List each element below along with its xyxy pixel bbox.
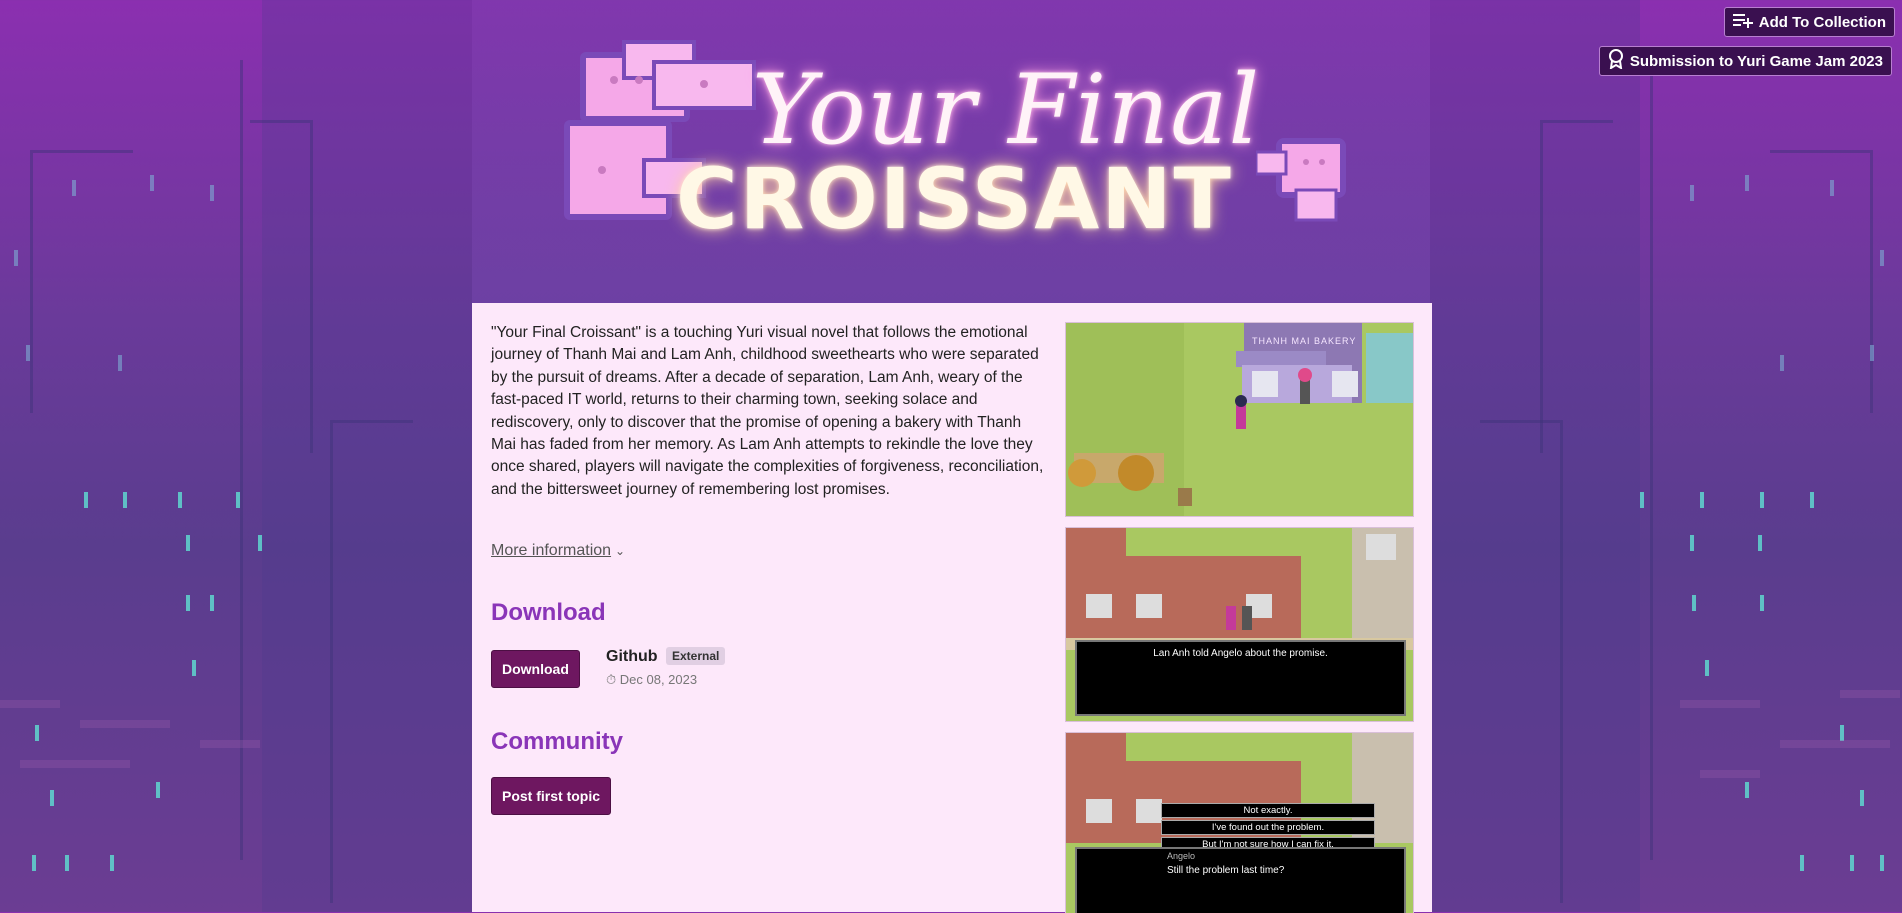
circuit-trace [1650,60,1743,860]
croissant-decoration-icon [1256,138,1346,222]
community-heading: Community [491,728,623,755]
dialog-text: Lan Anh told Angelo about the promise. [1153,648,1328,659]
upload-date: ⏱ Dec 08, 2023 [606,672,697,688]
upload-date-text: Dec 08, 2023 [619,672,698,687]
download-heading: Download [491,599,606,626]
choice-option: I've found out the problem. [1161,820,1375,835]
stopwatch-icon: ⏱ [606,672,617,687]
game-jam-submission-button[interactable]: Submission to Yuri Game Jam 2023 [1598,46,1892,76]
choice-option: Not exactly. [1161,803,1375,818]
game-jam-submission-label: Submission to Yuri Game Jam 2023 [1629,52,1883,70]
screenshot-1[interactable]: THANH MAI BAKERY [1065,322,1414,517]
game-description: "Your Final Croissant" is a touching Yur… [491,324,1044,498]
playlist-add-icon [1732,12,1753,32]
circuit-trace [1770,150,1873,413]
circuit-trace [250,120,313,453]
screenshot-2[interactable]: Lan Anh told Angelo about the promise. [1065,527,1414,722]
dialog-box: Lan Anh told Angelo about the promise. [1075,640,1406,716]
post-first-topic-button[interactable]: Post first topic [491,777,612,815]
circuit-trace [30,150,133,413]
dialog-box: Angelo Still the problem last time? [1075,847,1406,913]
upload-name: Github [606,648,658,665]
screenshot-bakery-image [1066,323,1413,516]
external-badge: External [666,647,726,665]
download-button[interactable]: Download [491,650,580,688]
circuit-trace [1540,120,1613,453]
add-to-collection-label: Add To Collection [1758,13,1886,31]
choice-menu: Not exactly. I've found out the problem.… [1161,803,1375,852]
award-ribbon-icon [1608,49,1624,73]
game-title-main: CROISSANT [676,150,1233,248]
speaker-name: Angelo [1167,851,1196,861]
shop-sign-text: THANH MAI BAKERY [1252,336,1357,346]
more-information-toggle[interactable]: More information ⌄ [491,542,625,560]
more-information-label: More information [491,542,612,559]
chevron-down-icon: ⌄ [615,544,626,558]
dialog-text: Still the problem last time? [1167,865,1285,876]
circuit-trace [330,420,413,903]
add-to-collection-button[interactable]: Add To Collection [1723,7,1895,37]
screenshot-3[interactable]: Not exactly. I've found out the problem.… [1065,732,1414,913]
circuit-trace [1480,420,1563,903]
game-page-panel: "Your Final Croissant" is a touching Yur… [472,303,1432,913]
